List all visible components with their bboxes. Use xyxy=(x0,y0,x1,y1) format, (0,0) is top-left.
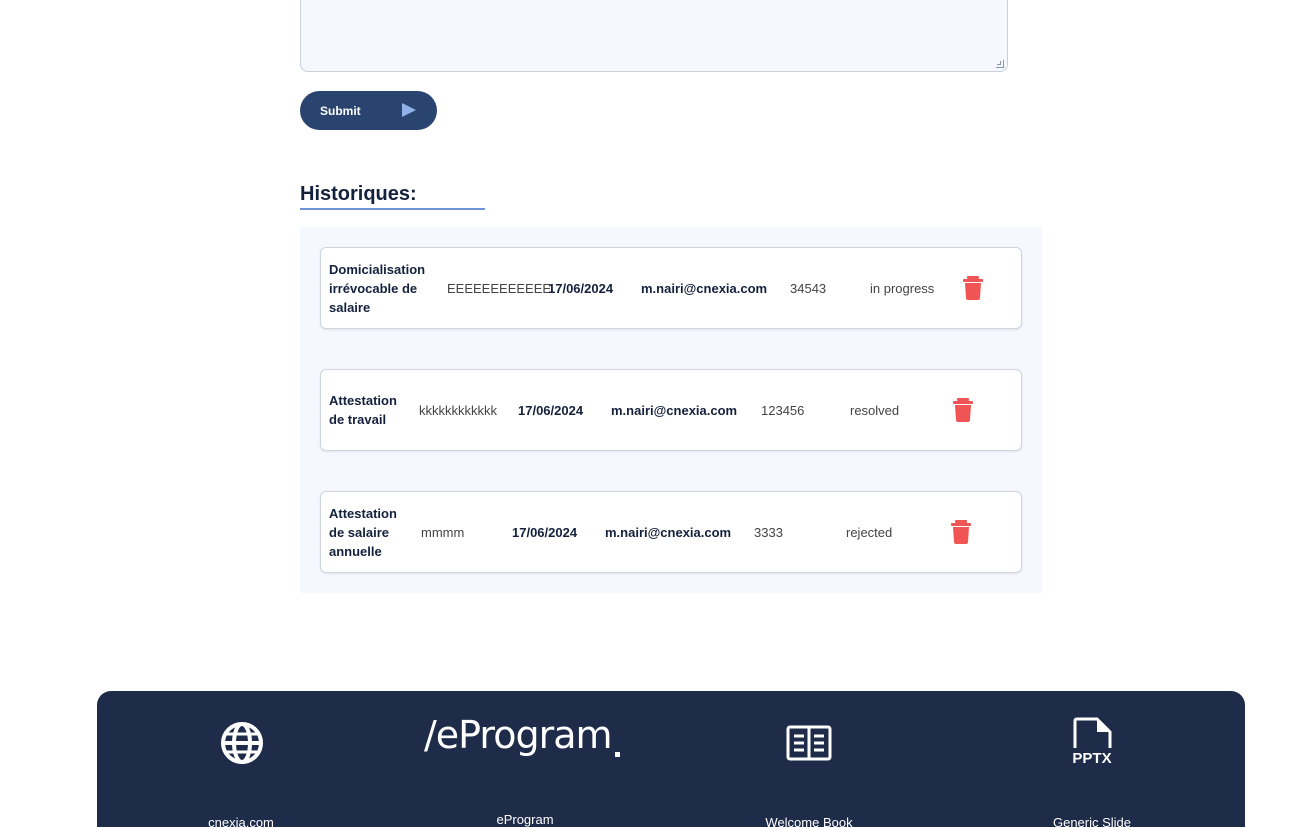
footer-link-welcome-book[interactable] xyxy=(786,724,832,762)
request-description: EEEEEEEEEEEE xyxy=(447,280,552,296)
footer-link-cnexia[interactable] xyxy=(219,721,265,767)
pptx-icon-text: PPTX xyxy=(1072,750,1112,767)
eprogram-logo[interactable]: /eProgram xyxy=(424,713,624,763)
eprogram-logo-text: /eProgram xyxy=(424,713,613,757)
request-type: Domicialisation irrévocable de salaire xyxy=(329,261,426,315)
request-date: 17/06/2024 xyxy=(512,524,578,540)
send-icon xyxy=(402,103,416,117)
request-number: 123456 xyxy=(761,402,805,418)
footer-label-eprogram: eProgram xyxy=(496,812,554,827)
book-icon xyxy=(786,725,832,761)
history-title: Historiques: xyxy=(300,183,417,205)
globe-icon xyxy=(221,722,263,764)
submit-button[interactable]: Submit xyxy=(300,91,437,130)
status-badge: rejected xyxy=(846,524,893,540)
footer-label-welcome-book: Welcome Book xyxy=(765,815,853,827)
history-card: Attestation de salaire annuelle mmmm 17/… xyxy=(320,491,1022,573)
delete-icon[interactable] xyxy=(963,276,983,300)
history-panel: Domicialisation irrévocable de salaire E… xyxy=(300,227,1042,593)
resize-handle[interactable] xyxy=(996,60,1004,68)
status-badge: in progress xyxy=(870,280,935,296)
request-type: Attestation de salaire annuelle xyxy=(329,505,397,559)
delete-icon[interactable] xyxy=(951,520,971,544)
request-number: 34543 xyxy=(790,280,827,296)
request-email: m.nairi@cnexia.com xyxy=(611,402,738,418)
request-date: 17/06/2024 xyxy=(548,280,614,296)
footer: cnexia.com /eProgram eProgram Welcome Bo… xyxy=(97,691,1245,827)
status-badge: resolved xyxy=(850,402,900,418)
history-card: Domicialisation irrévocable de salaire E… xyxy=(320,247,1022,329)
title-underline xyxy=(300,208,485,210)
request-description: kkkkkkkkkkkk xyxy=(419,402,497,418)
message-textarea[interactable] xyxy=(300,0,1008,72)
request-type: Attestation de travail xyxy=(329,393,397,427)
request-date: 17/06/2024 xyxy=(518,402,584,418)
logo-dot xyxy=(615,752,620,757)
submit-button-label: Submit xyxy=(320,104,361,118)
history-card: Attestation de travail kkkkkkkkkkkk 17/0… xyxy=(320,369,1022,451)
delete-icon[interactable] xyxy=(953,398,973,422)
request-email: m.nairi@cnexia.com xyxy=(641,280,768,296)
request-number: 3333 xyxy=(754,524,783,540)
footer-label-generic-slide: Generic Slide xyxy=(1052,815,1132,827)
request-email: m.nairi@cnexia.com xyxy=(605,524,732,540)
request-description: mmmm xyxy=(421,524,465,540)
footer-link-generic-slide[interactable]: PPTX xyxy=(1070,717,1114,773)
footer-label-cnexia: cnexia.com xyxy=(208,815,274,827)
